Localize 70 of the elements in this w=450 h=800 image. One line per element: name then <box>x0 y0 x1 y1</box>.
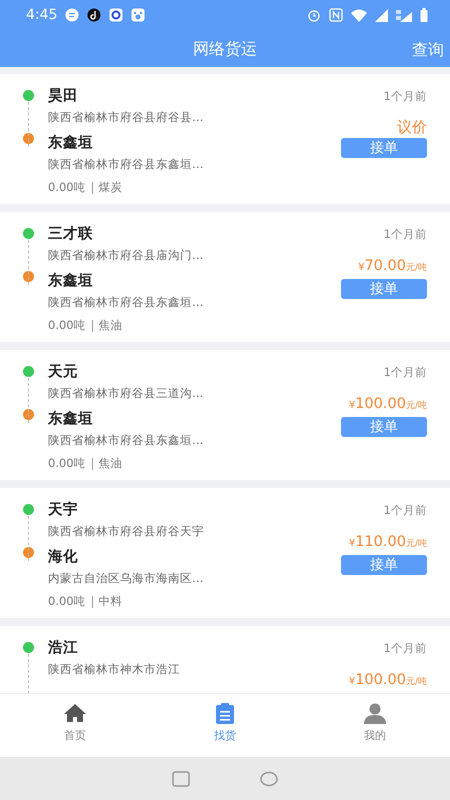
recent-apps-icon[interactable] <box>172 770 190 786</box>
origin-dot <box>23 642 34 653</box>
origin-dot <box>23 366 34 377</box>
destination-name: 东鑫垣 <box>48 272 94 291</box>
post-time: 1个月前 <box>384 640 427 657</box>
weight-text: 0.00吨 <box>48 179 86 196</box>
price-text: ¥70.00元/吨 <box>358 257 427 276</box>
signal-icon <box>375 8 388 22</box>
tab-item[interactable]: 首页 <box>0 694 150 757</box>
origin-name: 三才联 <box>48 224 94 244</box>
origin-name: 天宇 <box>48 500 79 520</box>
destination-name: 海化 <box>48 548 79 567</box>
accept-order-button[interactable]: 接单 <box>341 417 427 437</box>
paw-icon <box>131 8 146 22</box>
query-link[interactable]: 查询 <box>412 38 444 62</box>
accept-order-button[interactable]: 接单 <box>341 555 427 575</box>
person-icon <box>364 703 386 724</box>
destination-name: 东鑫垣 <box>48 134 94 153</box>
origin-dot <box>23 90 34 101</box>
weight-text: 0.00吨 <box>48 455 86 472</box>
alarm-icon <box>307 8 321 22</box>
destination-dot <box>23 409 34 420</box>
post-time: 1个月前 <box>384 364 427 381</box>
origin-address: 陕西省榆林市神木市浩江 <box>48 661 181 678</box>
clock-text: 4:45 <box>26 6 58 24</box>
signal-icon <box>396 8 412 22</box>
cargo-type: 煤炭 <box>98 179 123 196</box>
destination-address: 陕西省榆林市府谷县东鑫垣… <box>48 294 204 311</box>
ring-icon <box>109 8 124 22</box>
tab-item[interactable]: 找货 <box>150 694 300 757</box>
destination-dot <box>23 133 34 144</box>
origin-name: 浩江 <box>48 638 79 658</box>
accept-order-button[interactable]: 接单 <box>341 279 427 299</box>
destination-name: 东鑫垣 <box>48 410 94 429</box>
destination-address: 陕西省榆林市府谷县东鑫垣… <box>48 432 204 449</box>
destination-address: 陕西省榆林市府谷县东鑫垣… <box>48 156 204 173</box>
battery-icon <box>420 8 428 22</box>
origin-address: 陕西省榆林市府谷县庙沟门… <box>48 247 204 264</box>
origin-name: 昊田 <box>48 87 79 106</box>
destination-dot <box>23 271 34 282</box>
origin-dot <box>23 504 34 515</box>
post-time: 1个月前 <box>384 88 427 105</box>
price-text: ¥110.00元/吨 <box>348 533 427 552</box>
destination-address: 内蒙古自治区乌海市海南区… <box>48 570 204 587</box>
home-icon <box>64 703 86 724</box>
clipboard-icon <box>214 703 236 724</box>
cargo-type: 焦油 <box>98 455 123 472</box>
price-text: ¥100.00元/吨 <box>348 671 427 690</box>
price-text: 议价 <box>397 117 427 138</box>
cargo-type: 中料 <box>98 593 123 610</box>
price-text: ¥100.00元/吨 <box>348 395 427 414</box>
weight-text: 0.00吨 <box>48 317 86 334</box>
post-time: 1个月前 <box>384 226 427 243</box>
accept-order-button[interactable]: 接单 <box>341 138 427 158</box>
origin-address: 陕西省榆林市府谷县三道沟… <box>48 385 204 402</box>
destination-dot <box>23 547 34 558</box>
tab-item[interactable]: 我的 <box>300 694 450 757</box>
message-icon <box>65 8 80 22</box>
origin-address: 陕西省榆林市府谷县府谷县… <box>48 109 204 126</box>
origin-dot <box>23 228 34 239</box>
page-title: 网络货运 <box>193 38 257 60</box>
weight-text: 0.00吨 <box>48 593 86 610</box>
nfc-icon <box>329 8 343 22</box>
cargo-type: 焦油 <box>98 317 123 334</box>
post-time: 1个月前 <box>384 502 427 519</box>
origin-name: 天元 <box>48 363 79 382</box>
wifi-icon <box>351 8 367 22</box>
origin-address: 陕西省榆林市府谷县府谷天宇 <box>48 523 205 540</box>
music-note-icon <box>87 8 102 22</box>
home-circle-icon[interactable] <box>260 770 278 786</box>
